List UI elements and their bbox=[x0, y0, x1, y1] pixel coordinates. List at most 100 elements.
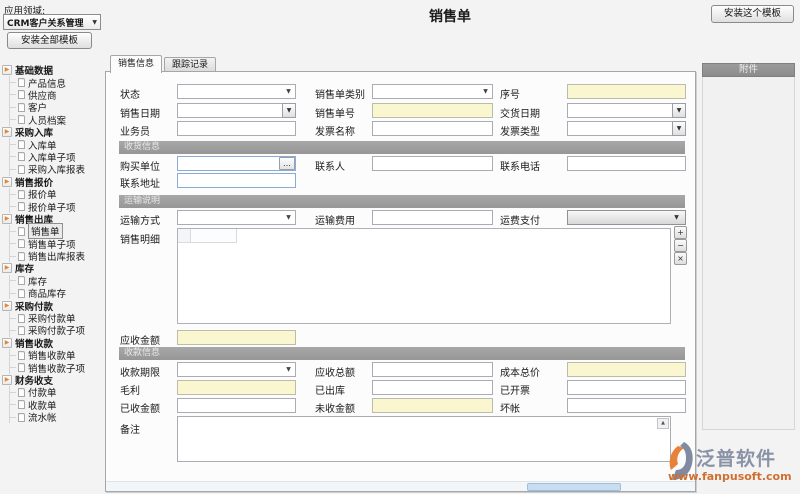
sidebar-group-basic-data[interactable]: ▶基础数据 bbox=[2, 64, 104, 76]
invoiced-input[interactable] bbox=[567, 380, 686, 395]
page-icon bbox=[18, 326, 25, 335]
sidebar-item-cash-flow[interactable]: 流水帐 bbox=[10, 411, 104, 423]
field-invoiced bbox=[567, 380, 686, 395]
field-serial-no bbox=[567, 84, 686, 99]
field-label: 交货日期 bbox=[500, 105, 540, 120]
sales-date-input[interactable] bbox=[177, 103, 296, 118]
tab-sales-info[interactable]: 销售信息 bbox=[110, 55, 162, 73]
field-label: 销售明细 bbox=[120, 231, 160, 246]
sidebar-item-quotation-subitem[interactable]: 报价单子项 bbox=[10, 200, 104, 212]
grid-column-header bbox=[191, 229, 237, 243]
sales-detail-delete-button[interactable]: × bbox=[674, 252, 687, 265]
sidebar-item-sales-receipt-subitem[interactable]: 销售收款子项 bbox=[10, 361, 104, 373]
page-icon bbox=[18, 190, 25, 199]
sidebar-item-supplier[interactable]: 供应商 bbox=[10, 89, 104, 101]
sidebar-item-goods-stock[interactable]: 商品库存 bbox=[10, 287, 104, 299]
salesman-input[interactable] bbox=[177, 121, 296, 136]
receivable-amount-input[interactable] bbox=[177, 330, 296, 345]
sidebar-item-sales-order-subitem[interactable]: 销售单子项 bbox=[10, 237, 104, 249]
horizontal-scrollbar[interactable] bbox=[106, 481, 695, 491]
status-dropdown-arrow-icon[interactable]: ▼ bbox=[283, 84, 294, 99]
tree-connector bbox=[10, 392, 16, 393]
horizontal-scrollbar-thumb[interactable] bbox=[527, 483, 621, 491]
sidebar-group-purchase-inbound[interactable]: ▶采购入库 bbox=[2, 126, 104, 138]
sidebar-item-purchase-payment-subitem[interactable]: 采购付款子项 bbox=[10, 324, 104, 336]
sidebar-item-quotation[interactable]: 报价单 bbox=[10, 188, 104, 200]
sidebar-item-stock[interactable]: 库存 bbox=[10, 275, 104, 287]
sidebar-group-sales-receipt[interactable]: ▶销售收款 bbox=[2, 337, 104, 349]
outbound-done-input[interactable] bbox=[372, 380, 493, 395]
sidebar-group-finance[interactable]: ▶财务收支 bbox=[2, 374, 104, 386]
attachment-panel-header: 附件 bbox=[702, 63, 795, 77]
payment-term-input[interactable] bbox=[177, 362, 296, 377]
contact-address-input[interactable] bbox=[177, 173, 296, 188]
tab-track-record[interactable]: 跟踪记录 bbox=[164, 57, 216, 72]
sidebar-item-customer[interactable]: 客户 bbox=[10, 101, 104, 113]
sidebar-item-personnel-file[interactable]: 人员档案 bbox=[10, 114, 104, 126]
sales-order-category-input[interactable] bbox=[372, 84, 493, 99]
field-transport-method: ▼ bbox=[177, 210, 296, 225]
page-icon bbox=[18, 400, 25, 409]
sales-detail-insert-button[interactable]: − bbox=[674, 239, 687, 252]
bad-debt-input[interactable] bbox=[567, 398, 686, 413]
field-invoice-type: ▼ bbox=[567, 121, 686, 136]
sidebar-item-sales-receipt-order[interactable]: 销售收款单 bbox=[10, 349, 104, 361]
sidebar-item-receipt-order[interactable]: 收款单 bbox=[10, 399, 104, 411]
invoice-type-dropdown-button[interactable]: ▼ bbox=[672, 121, 686, 136]
field-freight-payment[interactable]: ▼ bbox=[567, 210, 686, 225]
receivable-total-input[interactable] bbox=[372, 362, 493, 377]
sidebar-item-sales-outbound-report[interactable]: 销售出库报表 bbox=[10, 250, 104, 262]
page-icon bbox=[18, 314, 25, 323]
contact-person-input[interactable] bbox=[372, 156, 493, 171]
transport-cost-input[interactable] bbox=[372, 210, 493, 225]
sidebar-item-payment-order[interactable]: 付款单 bbox=[10, 386, 104, 398]
delivery-date-input[interactable] bbox=[567, 103, 686, 118]
contact-phone-input[interactable] bbox=[567, 156, 686, 171]
transport-method-input[interactable] bbox=[177, 210, 296, 225]
remarks-textarea[interactable]: ▲ bbox=[177, 416, 671, 462]
sidebar-item-purchase-inbound-report[interactable]: 采购入库报表 bbox=[10, 163, 104, 175]
field-label: 运输方式 bbox=[120, 212, 160, 227]
sales-date-dropdown-button[interactable]: ▼ bbox=[282, 103, 296, 118]
page-title: 销售单 bbox=[105, 6, 795, 26]
transport-method-dropdown-arrow-icon[interactable]: ▼ bbox=[283, 210, 294, 225]
tree-connector bbox=[10, 82, 16, 83]
delivery-date-dropdown-button[interactable]: ▼ bbox=[672, 103, 686, 118]
invoice-type-input[interactable] bbox=[567, 121, 686, 136]
sidebar-item-inbound-order[interactable]: 入库单 bbox=[10, 138, 104, 150]
tree-connector bbox=[10, 355, 16, 356]
field-label: 未收金额 bbox=[315, 400, 355, 415]
scroll-up-icon[interactable]: ▲ bbox=[657, 418, 669, 429]
group-arrow-icon: ▶ bbox=[2, 301, 12, 311]
sales-order-category-dropdown-arrow-icon[interactable]: ▼ bbox=[480, 84, 491, 99]
tree-connector bbox=[10, 293, 16, 294]
serial-no-input[interactable] bbox=[567, 84, 686, 99]
page-icon bbox=[18, 239, 25, 248]
gross-profit-input[interactable] bbox=[177, 380, 296, 395]
sidebar-group-inventory[interactable]: ▶库存 bbox=[2, 262, 104, 274]
page-icon bbox=[18, 103, 25, 112]
cost-total-input[interactable] bbox=[567, 362, 686, 377]
sidebar-item-sales-order[interactable]: 销售单 bbox=[10, 225, 104, 237]
app-area-select[interactable]: CRM客户关系管理 ▼ bbox=[3, 14, 101, 30]
received-amount-input[interactable] bbox=[177, 398, 296, 413]
field-label: 运输费用 bbox=[315, 212, 355, 227]
page-icon bbox=[18, 363, 25, 372]
sidebar-item-purchase-payment-order[interactable]: 采购付款单 bbox=[10, 312, 104, 324]
sidebar-group-sales-quotation[interactable]: ▶销售报价 bbox=[2, 176, 104, 188]
buyer-unit-browse-button[interactable]: … bbox=[279, 157, 295, 170]
tree-connector bbox=[10, 144, 16, 145]
sales-detail-grid[interactable] bbox=[177, 228, 671, 324]
install-this-template-button[interactable]: 安装这个模板 bbox=[711, 5, 794, 23]
invoice-name-input[interactable] bbox=[372, 121, 493, 136]
sales-detail-add-button[interactable]: + bbox=[674, 226, 687, 239]
tree-connector bbox=[10, 243, 16, 244]
install-all-templates-button[interactable]: 安装全部模板 bbox=[7, 32, 92, 49]
unreceived-amount-input[interactable] bbox=[372, 398, 493, 413]
status-input[interactable] bbox=[177, 84, 296, 99]
sales-order-no-input[interactable] bbox=[372, 103, 493, 118]
sidebar-item-inbound-order-subitem[interactable]: 入库单子项 bbox=[10, 151, 104, 163]
payment-term-dropdown-arrow-icon[interactable]: ▼ bbox=[283, 362, 294, 377]
sidebar-group-purchase-payment[interactable]: ▶采购付款 bbox=[2, 299, 104, 311]
sidebar-item-product-info[interactable]: 产品信息 bbox=[10, 76, 104, 88]
